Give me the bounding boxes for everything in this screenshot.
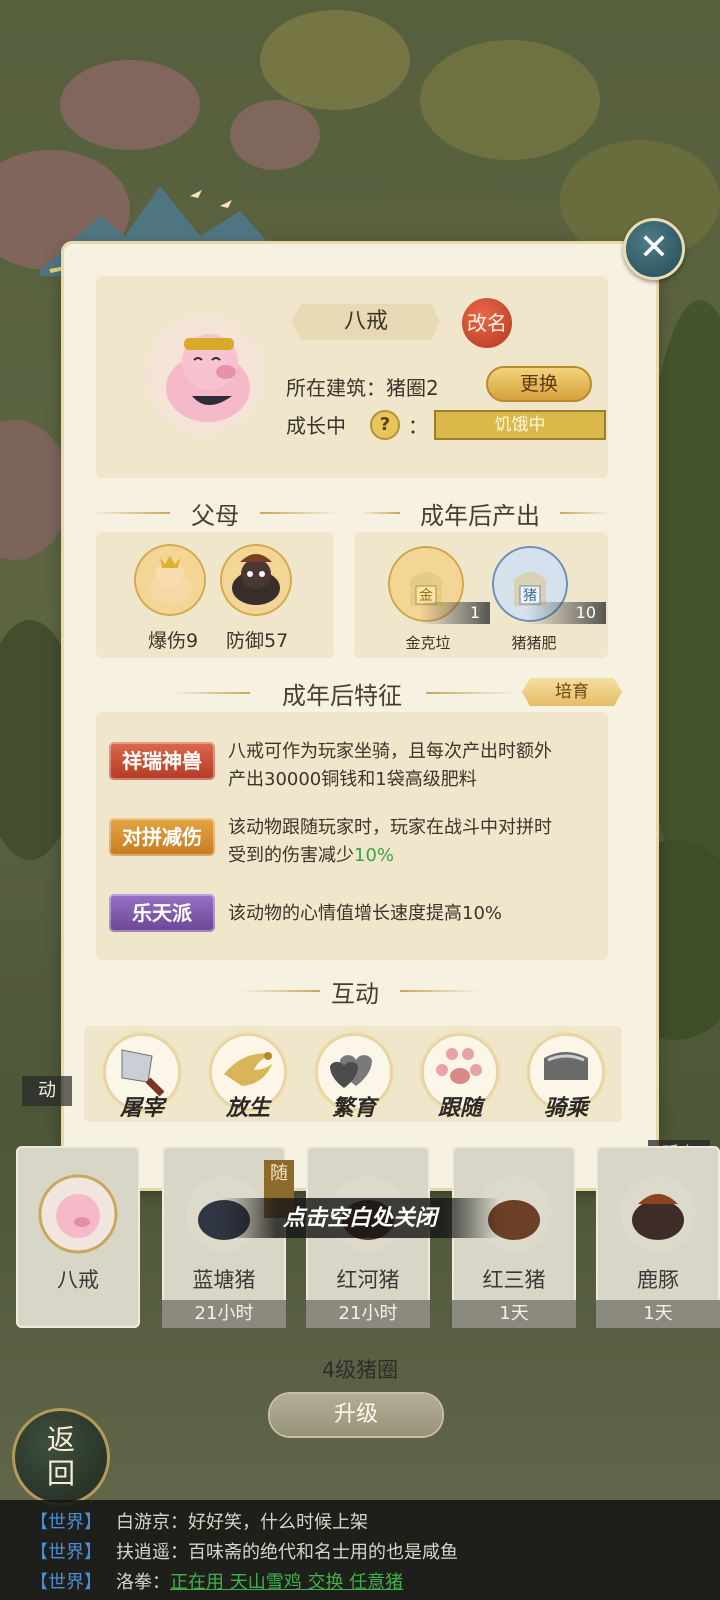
parents-card: [96, 532, 334, 658]
pig-avatar: [145, 315, 265, 435]
divider-line: [400, 990, 480, 992]
change-building-button[interactable]: 更换: [486, 366, 592, 402]
breed-label: 繁育: [331, 1095, 376, 1121]
output-title: 成年后产出: [420, 502, 540, 530]
back-label: 返回: [46, 1423, 75, 1490]
chat-user: 洛拳: [116, 1572, 152, 1593]
world-chat[interactable]: 【世界】 白游京：好好笑，什么时候上架 【世界】 扶逍遥：百味斋的绝代和名士用的也是…: [0, 1500, 720, 1600]
slot-timer: 1天: [452, 1300, 576, 1328]
divider-line: [170, 692, 250, 694]
pen-slot-lutun[interactable]: 鹿豚 1天: [596, 1146, 720, 1328]
trait-badge-damage-reduction: 对拼减伤: [109, 818, 215, 856]
slot-timer: 21小时: [306, 1300, 430, 1328]
gold-count: 1: [420, 602, 490, 624]
trait-desc-3: 该动物的心情值增长速度提高10%: [228, 903, 503, 924]
chat-line: 【世界】 扶逍遥：百味斋的绝代和名士用的也是咸鱼: [30, 1538, 458, 1564]
slot-name: 八戒: [57, 1268, 99, 1292]
help-icon[interactable]: ?: [370, 410, 400, 440]
rename-button[interactable]: 改名: [462, 298, 512, 348]
divider-line: [260, 512, 340, 514]
growth-colon: ：: [408, 414, 428, 438]
tap-to-close-hint: 点击空白处关闭: [220, 1198, 500, 1238]
slaughter-label: 屠宰: [119, 1095, 164, 1121]
growth-label: 成长中: [286, 414, 346, 438]
chat-user: 白游京: [116, 1512, 170, 1533]
release-label: 放生: [225, 1095, 270, 1121]
trait-badge-optimist: 乐天派: [109, 894, 215, 932]
chat-sep: ：: [152, 1572, 170, 1593]
gold-name: 金克垃: [405, 634, 451, 652]
fertilizer-name: 猪猪肥: [511, 634, 557, 652]
chat-sep: ：: [170, 1542, 188, 1563]
slot-name: 红三猪: [482, 1268, 546, 1292]
divider-line: [360, 512, 400, 514]
hunger-status-bar: 饥饿中: [434, 410, 606, 440]
slot-name: 红河猪: [336, 1268, 400, 1292]
pig-avatar-small: [38, 1174, 118, 1254]
interact-title: 互动: [331, 980, 379, 1008]
building-label-text: 所在建筑：: [286, 376, 386, 400]
chat-sep: ：: [170, 1512, 188, 1533]
slot-timer: 1天: [596, 1300, 720, 1328]
parent-1-label: 爆伤9: [148, 630, 199, 652]
chat-line: 【世界】 白游京：好好笑，什么时候上架: [30, 1508, 368, 1534]
upgrade-button[interactable]: 升级: [270, 1394, 442, 1436]
trait-desc-1: 八戒可作为玩家坐骑，且每次产出时额外 产出30000铜钱和1袋高级肥料: [228, 738, 608, 794]
ride-label: 骑乘: [543, 1095, 588, 1121]
slot-name: 鹿豚: [637, 1268, 679, 1292]
slot-timer: 21小时: [162, 1300, 286, 1328]
trait-2-line2: 受到的伤害减少10%: [228, 842, 608, 870]
parents-title: 父母: [191, 502, 239, 530]
golden-pig-icon[interactable]: [134, 544, 206, 616]
wild-boar-icon: [620, 1176, 696, 1252]
trade-link[interactable]: 正在用 天山雪鸡 交换 任意猪: [170, 1572, 403, 1593]
chat-channel: 【世界】: [30, 1572, 102, 1593]
divider-line: [240, 990, 320, 992]
chat-line: 【世界】 洛拳：正在用 天山雪鸡 交换 任意猪: [30, 1568, 403, 1594]
pen-slot-bajie[interactable]: 八戒: [16, 1146, 140, 1328]
boar-icon[interactable]: [220, 544, 292, 616]
animal-name-tag: 八戒: [292, 304, 440, 340]
trait-2-line2-text: 受到的伤害减少: [228, 845, 354, 866]
chat-text: 好好笑，什么时候上架: [188, 1512, 368, 1533]
chat-user: 扶逍遥: [116, 1542, 170, 1563]
chat-channel: 【世界】: [30, 1542, 102, 1563]
trait-1-line1: 八戒可作为玩家坐骑，且每次产出时额外: [228, 741, 552, 762]
slot-name: 蓝塘猪: [192, 1268, 256, 1292]
close-icon: ✕: [638, 227, 670, 268]
divider-line: [560, 512, 610, 514]
building-value: 猪圈2: [386, 376, 439, 400]
close-button[interactable]: ✕: [623, 218, 685, 280]
divider-line: [90, 512, 170, 514]
trait-desc-2: 该动物跟随玩家时，玩家在战斗中对拼时 受到的伤害减少10%: [228, 814, 608, 870]
side-tab[interactable]: 动: [22, 1076, 72, 1106]
trait-1-line2: 产出30000铜钱和1袋高级肥料: [228, 769, 477, 790]
fertilizer-count: 10: [526, 602, 606, 624]
back-button[interactable]: 返回: [12, 1408, 110, 1506]
trait-2-line1: 该动物跟随玩家时，玩家在战斗中对拼时: [228, 817, 552, 838]
pen-level-title: 4级猪圈: [321, 1358, 399, 1382]
divider-line: [426, 692, 516, 694]
parent-2-label: 防御57: [226, 630, 289, 652]
chat-channel: 【世界】: [30, 1512, 102, 1533]
building-label: 所在建筑：猪圈2: [286, 372, 439, 401]
follow-label: 跟随: [437, 1095, 482, 1121]
trait-badge-auspicious: 祥瑞神兽: [109, 742, 215, 780]
trait-2-highlight: 10%: [354, 845, 395, 866]
traits-title: 成年后特征: [282, 682, 402, 710]
train-button[interactable]: 培育: [522, 678, 622, 706]
chat-text: 百味斋的绝代和名士用的也是咸鱼: [188, 1542, 458, 1563]
